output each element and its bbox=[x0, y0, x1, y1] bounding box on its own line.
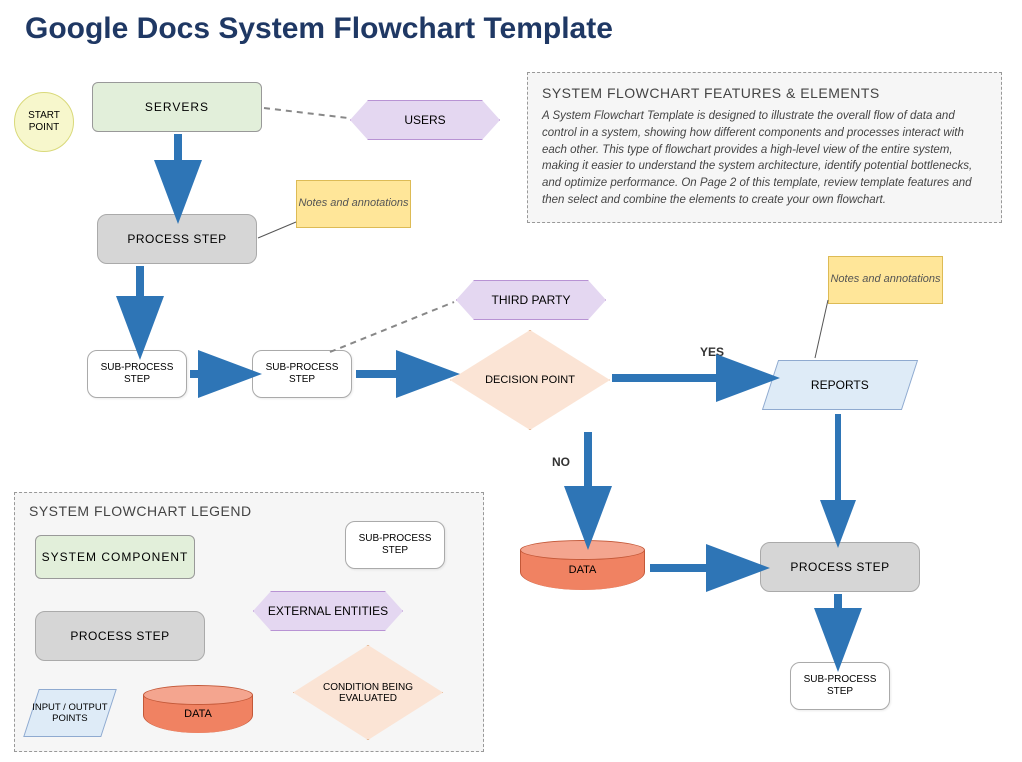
legend-system-component: SYSTEM COMPONENT bbox=[35, 535, 195, 579]
info-body: A System Flowchart Template is designed … bbox=[542, 108, 987, 208]
legend-external-entities: EXTERNAL ENTITIES bbox=[253, 591, 403, 631]
legend-io-label: INPUT / OUTPUT POINTS bbox=[32, 702, 108, 725]
legend-data: DATA bbox=[143, 685, 253, 737]
data-node: DATA bbox=[520, 540, 645, 595]
sub-process-3: SUB-PROCESS STEP bbox=[790, 662, 890, 710]
legend-sub-process: SUB-PROCESS STEP bbox=[345, 521, 445, 569]
sub-process-2: SUB-PROCESS STEP bbox=[252, 350, 352, 398]
info-box: SYSTEM FLOWCHART FEATURES & ELEMENTS A S… bbox=[527, 72, 1002, 223]
legend-ext-label: EXTERNAL ENTITIES bbox=[268, 604, 388, 618]
servers-node: SERVERS bbox=[92, 82, 262, 132]
users-label: USERS bbox=[404, 113, 445, 127]
yes-label: YES bbox=[700, 345, 724, 359]
legend-process: PROCESS STEP bbox=[35, 611, 205, 661]
third-party-label: THIRD PARTY bbox=[492, 293, 571, 307]
process-step-1: PROCESS STEP bbox=[97, 214, 257, 264]
page-title: Google Docs System Flowchart Template bbox=[0, 0, 1022, 46]
sub-process-1: SUB-PROCESS STEP bbox=[87, 350, 187, 398]
note-2: Notes and annotations bbox=[828, 256, 943, 304]
start-point: START POINT bbox=[14, 92, 74, 152]
reports-label: REPORTS bbox=[811, 378, 869, 392]
third-party-node: THIRD PARTY bbox=[456, 280, 606, 320]
reports-node: REPORTS bbox=[770, 360, 910, 410]
legend-cond-label: CONDITION BEING EVALUATED bbox=[294, 682, 442, 704]
process-step-2: PROCESS STEP bbox=[760, 542, 920, 592]
legend-data-label: DATA bbox=[184, 708, 212, 720]
data-label: DATA bbox=[569, 564, 597, 576]
legend-title: SYSTEM FLOWCHART LEGEND bbox=[29, 503, 469, 519]
legend-box: SYSTEM FLOWCHART LEGEND SYSTEM COMPONENT… bbox=[14, 492, 484, 752]
note-1: Notes and annotations bbox=[296, 180, 411, 228]
users-node: USERS bbox=[350, 100, 500, 140]
legend-decision: CONDITION BEING EVALUATED bbox=[293, 645, 443, 740]
legend-io: INPUT / OUTPUT POINTS bbox=[31, 689, 109, 737]
decision-node: DECISION POINT bbox=[450, 330, 610, 430]
decision-label: DECISION POINT bbox=[485, 374, 575, 386]
info-title: SYSTEM FLOWCHART FEATURES & ELEMENTS bbox=[542, 83, 987, 103]
no-label: NO bbox=[552, 455, 570, 469]
